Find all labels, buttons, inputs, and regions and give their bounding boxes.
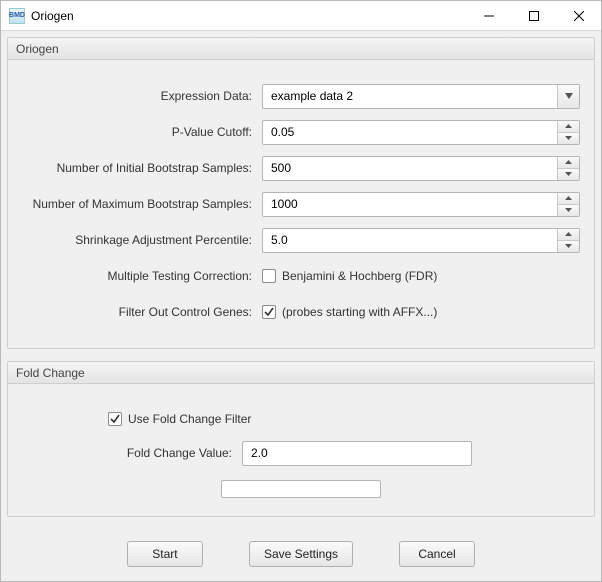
max-bootstrap-spinner[interactable]: 1000	[262, 192, 580, 217]
window-title: Oriogen	[31, 9, 466, 23]
mtc-text: Benjamini & Hochberg (FDR)	[282, 269, 437, 283]
init-bootstrap-spinner[interactable]: 500	[262, 156, 580, 181]
use-fold-change-text: Use Fold Change Filter	[128, 412, 251, 426]
fold-change-group-title: Fold Change	[8, 362, 594, 384]
pvalue-cutoff-value: 0.05	[263, 125, 557, 139]
mtc-label: Multiple Testing Correction:	[22, 269, 262, 283]
spin-up-icon[interactable]	[558, 157, 579, 169]
init-bootstrap-label: Number of Initial Bootstrap Samples:	[22, 161, 262, 175]
spin-down-icon[interactable]	[558, 133, 579, 144]
save-settings-button[interactable]: Save Settings	[249, 541, 353, 567]
cancel-button[interactable]: Cancel	[399, 541, 475, 567]
expression-data-label: Expression Data:	[22, 89, 262, 103]
fold-change-value-label: Fold Change Value:	[108, 446, 242, 460]
start-button-label: Start	[152, 547, 177, 561]
shrinkage-label: Shrinkage Adjustment Percentile:	[22, 233, 262, 247]
spin-down-icon[interactable]	[558, 241, 579, 252]
oriogen-window: BMD Oriogen Oriogen Expression Data:	[0, 0, 602, 582]
spin-up-icon[interactable]	[558, 229, 579, 241]
max-bootstrap-label: Number of Maximum Bootstrap Samples:	[22, 197, 262, 211]
save-settings-button-label: Save Settings	[264, 547, 338, 561]
spin-down-icon[interactable]	[558, 169, 579, 180]
spin-down-icon[interactable]	[558, 205, 579, 216]
use-fold-change-checkbox[interactable]	[108, 412, 122, 426]
start-button[interactable]: Start	[127, 541, 203, 567]
pvalue-cutoff-label: P-Value Cutoff:	[22, 125, 262, 139]
init-bootstrap-value: 500	[263, 161, 557, 175]
oriogen-group: Oriogen Expression Data: example data 2	[7, 37, 595, 349]
minimize-button[interactable]	[466, 1, 511, 30]
window-controls	[466, 1, 601, 30]
expression-data-value: example data 2	[263, 89, 557, 103]
pvalue-cutoff-spinner[interactable]: 0.05	[262, 120, 580, 145]
oriogen-group-title: Oriogen	[8, 38, 594, 60]
mtc-checkbox[interactable]	[262, 269, 276, 283]
fold-change-value: 2.0	[243, 446, 471, 460]
shrinkage-value: 5.0	[263, 233, 557, 247]
maximize-button[interactable]	[511, 1, 556, 30]
button-bar: Start Save Settings Cancel	[7, 529, 595, 573]
fold-change-value-input[interactable]: 2.0	[242, 441, 472, 466]
spin-up-icon[interactable]	[558, 121, 579, 133]
app-icon: BMD	[9, 8, 25, 24]
expression-data-combo[interactable]: example data 2	[262, 84, 580, 109]
filter-ctrl-checkbox[interactable]	[262, 305, 276, 319]
max-bootstrap-value: 1000	[263, 197, 557, 211]
filter-ctrl-text: (probes starting with AFFX...)	[282, 305, 437, 319]
fold-change-group: Fold Change Use Fold Change Filter Fold …	[7, 361, 595, 517]
dropdown-icon[interactable]	[557, 85, 579, 108]
cancel-button-label: Cancel	[418, 547, 455, 561]
client-area: Oriogen Expression Data: example data 2	[1, 31, 601, 581]
progress-bar	[221, 480, 381, 498]
spin-up-icon[interactable]	[558, 193, 579, 205]
filter-ctrl-label: Filter Out Control Genes:	[22, 305, 262, 319]
shrinkage-spinner[interactable]: 5.0	[262, 228, 580, 253]
close-button[interactable]	[556, 1, 601, 30]
titlebar: BMD Oriogen	[1, 1, 601, 31]
